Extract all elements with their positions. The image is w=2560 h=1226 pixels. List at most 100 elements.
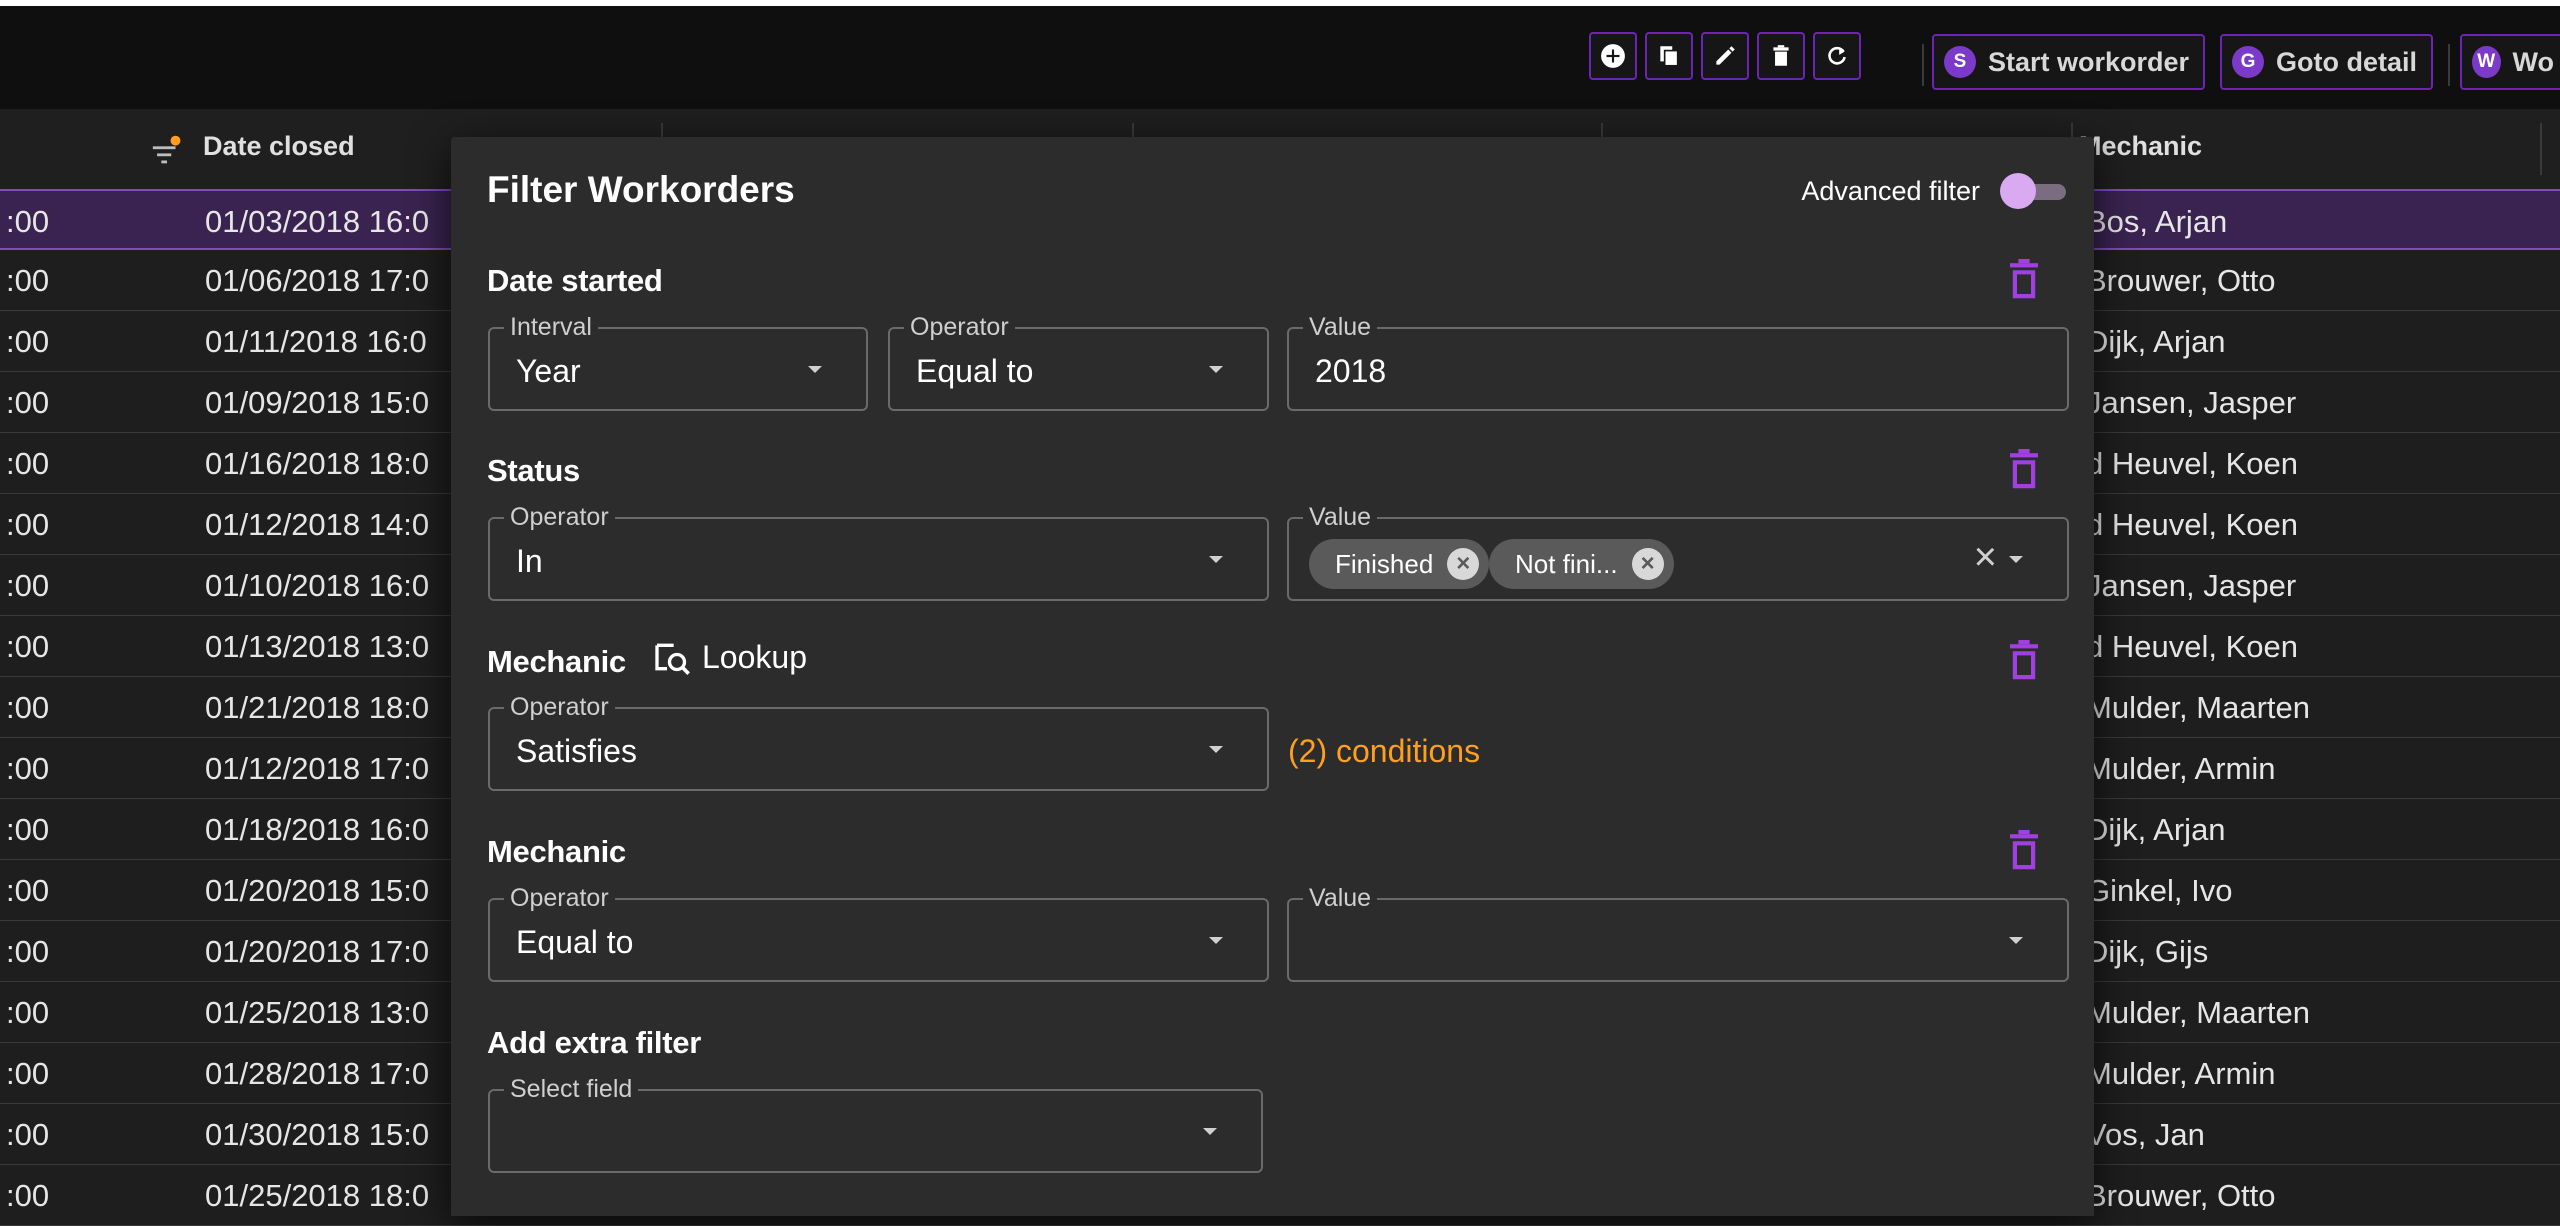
switch-thumb (2000, 173, 2036, 209)
cell-time: :00 (6, 1117, 50, 1152)
lookup-button[interactable]: Lookup (652, 637, 807, 677)
chip-remove-icon[interactable]: × (1631, 548, 1664, 580)
cell-mechanic: Dijk, Gijs (2086, 934, 2209, 969)
field-value: 2018 (1315, 353, 1387, 389)
advanced-filter-switch[interactable] (2000, 173, 2068, 209)
goto-detail-button[interactable]: G Goto detail (2220, 34, 2433, 90)
toolbar-separator (2448, 44, 2450, 86)
edit-button[interactable] (1701, 32, 1749, 80)
start-workorder-button[interactable]: S Start workorder (1932, 34, 2206, 90)
refresh-button[interactable] (1813, 32, 1861, 80)
button-label: Start workorder (1988, 46, 2190, 77)
cell-date-closed: 01/12/2018 14:0 (205, 507, 430, 542)
chevron-down-icon (808, 366, 822, 373)
workorder-button[interactable]: W Wo (2460, 34, 2560, 90)
clear-icon[interactable]: × (1974, 537, 1997, 577)
field-label: Interval (504, 312, 598, 342)
chip-label: Not fini... (1515, 548, 1618, 579)
mechanic-value-select[interactable]: Value (1287, 883, 2069, 982)
cell-time: :00 (6, 629, 50, 664)
field-label: Operator (904, 312, 1015, 342)
delete-filter-icon[interactable] (2007, 449, 2041, 491)
column-header-mechanic[interactable]: Mechanic (2079, 131, 2202, 162)
cell-time: :00 (6, 751, 50, 786)
cell-date-closed: 01/25/2018 13:0 (205, 995, 430, 1030)
cell-date-closed: 01/13/2018 13:0 (205, 629, 430, 664)
column-header-date-closed[interactable]: Date closed (203, 131, 355, 162)
cell-time: :00 (6, 385, 50, 420)
delete-button[interactable] (1757, 32, 1805, 80)
mechanic-operator-select[interactable]: Operator Equal to (488, 883, 1269, 982)
cell-mechanic: d Heuvel, Koen (2086, 507, 2298, 542)
operator-select[interactable]: Operator Equal to (888, 312, 1269, 411)
status-operator-select[interactable]: Operator In (488, 502, 1269, 601)
field-label: Select field (504, 1074, 639, 1104)
section-title-add-extra-filter: Add extra filter (487, 1025, 701, 1060)
section-title-mechanic: Mechanic (487, 834, 626, 869)
toolbar-separator (1922, 44, 1924, 86)
delete-filter-icon[interactable] (2007, 259, 2041, 301)
cell-date-closed: 01/21/2018 18:0 (205, 690, 430, 725)
field-label: Operator (504, 883, 615, 913)
cell-mechanic: Mulder, Maarten (2086, 690, 2310, 725)
field-label: Value (1303, 502, 1378, 532)
mechanic-lookup-operator-select[interactable]: Operator Satisfies (488, 692, 1269, 791)
cell-time: :00 (6, 1056, 50, 1091)
refresh-icon (1828, 46, 1846, 65)
field-label: Operator (504, 692, 615, 722)
delete-filter-icon[interactable] (2007, 640, 2041, 682)
conditions-link[interactable]: (2) conditions (1288, 733, 1480, 770)
chevron-down-icon (1209, 746, 1223, 753)
interval-select[interactable]: Interval Year (488, 312, 868, 411)
chip-not-finished[interactable]: Not fini... × (1489, 539, 1674, 589)
cell-date-closed: 01/25/2018 18:0 (205, 1178, 430, 1213)
cell-time: :00 (6, 934, 50, 969)
filter-sort-icon[interactable] (150, 135, 184, 169)
shortcut-badge: G (2232, 46, 2264, 78)
cell-time: :00 (6, 690, 50, 725)
cell-time: :00 (6, 873, 50, 908)
cell-mechanic: d Heuvel, Koen (2086, 629, 2298, 664)
cell-mechanic: Brouwer, Otto (2086, 1178, 2276, 1213)
cell-mechanic: Vos, Jan (2086, 1117, 2205, 1152)
chip-finished[interactable]: Finished × (1309, 539, 1490, 589)
cell-time: :00 (6, 568, 50, 603)
button-label: Goto detail (2276, 46, 2417, 77)
add-circle-icon (1601, 44, 1625, 68)
field-value: Equal to (516, 924, 634, 960)
cell-date-closed: 01/10/2018 16:0 (205, 568, 430, 603)
copy-button[interactable] (1645, 32, 1693, 80)
cell-mechanic: Dijk, Arjan (2086, 812, 2226, 847)
button-label: Wo (2512, 46, 2555, 77)
field-value: Year (516, 353, 581, 389)
cell-mechanic: Mulder, Maarten (2086, 995, 2310, 1030)
cell-mechanic: Bos, Arjan (2086, 204, 2228, 239)
copy-icon (1660, 46, 1679, 67)
cell-date-closed: 01/11/2018 16:0 (205, 324, 427, 359)
cell-mechanic: Brouwer, Otto (2086, 263, 2276, 298)
field-label: Operator (504, 502, 615, 532)
section-title-mechanic-lookup: Mechanic (487, 644, 626, 679)
section-title-date-started: Date started (487, 263, 663, 298)
chevron-down-icon (1209, 937, 1223, 944)
lookup-icon (655, 643, 690, 675)
delete-filter-icon[interactable] (2007, 830, 2041, 872)
cell-mechanic: Dijk, Arjan (2086, 324, 2226, 359)
cell-date-closed: 01/18/2018 16:0 (205, 812, 430, 847)
section-title-status: Status (487, 453, 580, 488)
chevron-down-icon (1209, 556, 1223, 563)
cell-mechanic: d Heuvel, Koen (2086, 446, 2298, 481)
cell-date-closed: 01/03/2018 16:0 (205, 204, 430, 239)
field-value: Satisfies (516, 733, 637, 769)
status-value-select[interactable]: Value Finished × Not fini... × × (1287, 502, 2069, 601)
select-field-dropdown[interactable]: Select field (488, 1074, 1263, 1173)
cell-time: :00 (6, 995, 50, 1030)
advanced-filter-toggle[interactable]: Advanced filter (1801, 173, 2068, 209)
value-input[interactable]: Value 2018 (1287, 312, 2069, 411)
add-button[interactable] (1589, 32, 1637, 80)
cell-time: :00 (6, 446, 50, 481)
cell-date-closed: 01/16/2018 18:0 (205, 446, 430, 481)
pencil-icon (1716, 46, 1735, 65)
chevron-down-icon (2009, 556, 2023, 563)
chip-remove-icon[interactable]: × (1447, 548, 1480, 580)
